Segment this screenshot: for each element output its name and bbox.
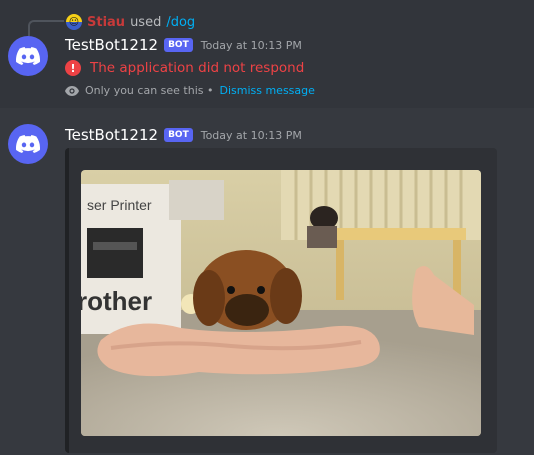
- dismiss-message-link[interactable]: Dismiss message: [219, 84, 314, 97]
- embed: ser Printer rother: [65, 148, 497, 453]
- reply-command[interactable]: /dog: [166, 15, 195, 30]
- reply-used-text: used: [130, 14, 162, 30]
- ephemeral-message: ☺ Stiau used /dog TestBot1212 BOT Today …: [0, 0, 534, 108]
- eye-icon: [65, 85, 79, 96]
- error-text: The application did not respond: [90, 60, 305, 76]
- bot-tag: BOT: [164, 38, 193, 52]
- exclamation-circle-icon: !: [65, 60, 81, 76]
- ephemeral-text: Only you can see this •: [85, 84, 214, 97]
- reply-avatar[interactable]: ☺: [66, 14, 82, 30]
- discord-logo-icon: [16, 135, 40, 153]
- reply-reference[interactable]: ☺ Stiau used /dog: [66, 13, 195, 31]
- error-row: ! The application did not respond: [65, 60, 304, 76]
- bot-username[interactable]: TestBot1212: [65, 126, 158, 144]
- bot-tag: BOT: [164, 128, 193, 142]
- discord-logo-icon: [16, 47, 40, 65]
- dog-photo: ser Printer rother: [81, 170, 481, 436]
- message-header: TestBot1212 BOT Today at 10:13 PM: [65, 125, 302, 145]
- bot-username[interactable]: TestBot1212: [65, 36, 158, 54]
- timestamp[interactable]: Today at 10:13 PM: [201, 39, 302, 52]
- reply-connector: [28, 20, 64, 36]
- ephemeral-note: Only you can see this • Dismiss message: [65, 84, 315, 97]
- timestamp[interactable]: Today at 10:13 PM: [201, 129, 302, 142]
- message-header: TestBot1212 BOT Today at 10:13 PM: [65, 35, 302, 55]
- reply-username[interactable]: Stiau: [87, 15, 125, 30]
- embed-image[interactable]: ser Printer rother: [81, 170, 481, 436]
- printer-brand-text: rother: [81, 286, 152, 316]
- printer-box-text: ser Printer: [87, 197, 152, 213]
- bot-avatar[interactable]: [8, 36, 48, 76]
- bot-avatar[interactable]: [8, 124, 48, 164]
